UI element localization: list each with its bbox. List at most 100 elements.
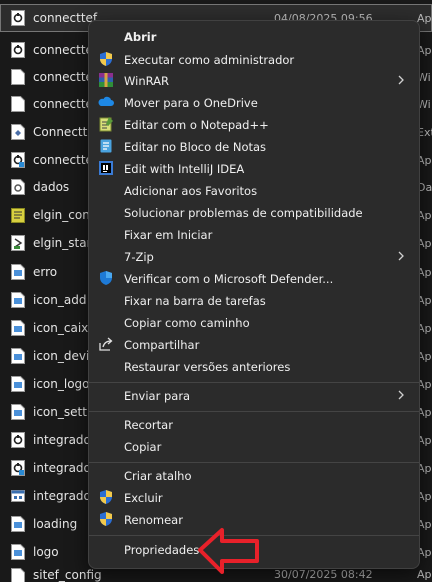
file-name: logo bbox=[33, 545, 59, 559]
menu-item-label: Excluir bbox=[124, 490, 163, 505]
menu-item-intellij[interactable]: Edit with IntelliJ IDEA bbox=[93, 158, 415, 179]
menu-item-send-to[interactable]: Enviar para bbox=[93, 385, 415, 406]
menu-separator bbox=[89, 462, 419, 463]
context-menu: Abrir Executar como administrador WinRAR… bbox=[88, 20, 420, 569]
menu-item-defender[interactable]: Verificar com o Microsoft Defender... bbox=[93, 268, 415, 289]
menu-item-label: Copiar bbox=[124, 439, 162, 454]
intellij-icon bbox=[99, 161, 113, 175]
file-name: erro bbox=[33, 265, 58, 279]
file-name: icon_logo bbox=[33, 377, 90, 391]
menu-item-restore-versions[interactable]: Restaurar versões anteriores bbox=[93, 356, 415, 377]
menu-item-run-as-admin[interactable]: Executar como administrador bbox=[93, 49, 415, 70]
file-name: sitef_config bbox=[33, 568, 102, 582]
menu-item-favorites[interactable]: Adicionar aos Favoritos bbox=[93, 180, 415, 201]
menu-item-label: Edit with IntelliJ IDEA bbox=[124, 161, 245, 176]
file-name: connectte bbox=[33, 97, 93, 111]
menu-item-share[interactable]: Compartilhar bbox=[93, 334, 415, 355]
app-icon bbox=[11, 10, 25, 26]
image-file-icon bbox=[11, 320, 25, 336]
menu-item-label: Verificar com o Microsoft Defender... bbox=[124, 271, 334, 286]
onedrive-icon bbox=[98, 96, 114, 106]
menu-item-label: Abrir bbox=[124, 29, 157, 44]
chevron-right-icon bbox=[398, 75, 404, 85]
notepad-file-icon bbox=[11, 208, 25, 223]
notepad-icon bbox=[100, 139, 112, 153]
menu-item-label: Fixar em Iniciar bbox=[124, 227, 213, 242]
file-name: elgin_start bbox=[33, 236, 97, 250]
menu-item-notepadpp[interactable]: Editar com o Notepad++ bbox=[93, 114, 415, 135]
menu-item-delete[interactable]: Excluir bbox=[93, 487, 415, 508]
red-arrow-annotation-icon bbox=[198, 528, 259, 574]
file-name: loading bbox=[33, 517, 78, 531]
chevron-right-icon bbox=[398, 251, 404, 261]
app-icon bbox=[11, 152, 25, 168]
menu-item-label: Adicionar aos Favoritos bbox=[124, 183, 258, 198]
menu-item-winrar[interactable]: WinRAR bbox=[93, 70, 415, 91]
image-file-icon bbox=[11, 544, 25, 560]
script-file-icon bbox=[11, 235, 25, 251]
menu-item-create-shortcut[interactable]: Criar atalho bbox=[93, 465, 415, 486]
menu-item-label: Copiar como caminho bbox=[124, 315, 250, 330]
menu-item-compatibility[interactable]: Solucionar problemas de compatibilidade bbox=[93, 202, 415, 223]
file-name: integrador bbox=[33, 461, 96, 475]
menu-item-notepad[interactable]: Editar no Bloco de Notas bbox=[93, 136, 415, 157]
defender-icon bbox=[100, 271, 112, 285]
file-type: Ap bbox=[417, 11, 432, 25]
menu-item-7zip[interactable]: 7-Zip bbox=[93, 246, 415, 267]
menu-item-copy[interactable]: Copiar bbox=[93, 436, 415, 457]
menu-separator bbox=[89, 411, 419, 412]
menu-item-label: Restaurar versões anteriores bbox=[124, 359, 291, 374]
image-file-icon bbox=[11, 348, 25, 364]
menu-item-label: 7-Zip bbox=[124, 249, 154, 264]
menu-item-label: Propriedades bbox=[124, 542, 200, 557]
gear-file-icon bbox=[11, 179, 25, 195]
file-icon bbox=[11, 69, 25, 85]
file-date: 30/07/2025 08:42 bbox=[274, 568, 373, 581]
file-type: Ap bbox=[417, 568, 432, 581]
file-name: connecttef bbox=[33, 11, 98, 25]
menu-item-label: Fixar na barra de tarefas bbox=[124, 293, 266, 308]
file-name: connectte bbox=[33, 43, 93, 57]
uac-shield-icon bbox=[100, 490, 112, 504]
file-icon bbox=[11, 568, 25, 582]
share-icon bbox=[99, 337, 113, 351]
file-name: connectte bbox=[33, 70, 93, 84]
menu-item-copy-path[interactable]: Copiar como caminho bbox=[93, 312, 415, 333]
menu-separator bbox=[89, 382, 419, 383]
file-name: dados bbox=[33, 180, 70, 194]
winrar-icon bbox=[99, 73, 113, 87]
file-name: Connectte bbox=[33, 125, 95, 139]
file-name: icon_devic bbox=[33, 349, 96, 363]
app-icon bbox=[11, 42, 25, 58]
image-file-icon bbox=[11, 516, 25, 532]
app-icon bbox=[11, 460, 25, 476]
menu-item-label: Compartilhar bbox=[124, 337, 200, 352]
menu-item-onedrive[interactable]: Mover para o OneDrive bbox=[93, 92, 415, 113]
file-name: integrador bbox=[33, 433, 96, 447]
menu-item-label: Editar no Bloco de Notas bbox=[124, 139, 267, 154]
menu-item-label: Mover para o OneDrive bbox=[124, 95, 258, 110]
menu-item-cut[interactable]: Recortar bbox=[93, 414, 415, 435]
menu-item-label: Renomear bbox=[124, 512, 183, 527]
file-name: icon_caixa bbox=[33, 321, 96, 335]
app-icon bbox=[11, 432, 25, 448]
menu-item-label: Executar como administrador bbox=[124, 52, 295, 67]
config-file-icon bbox=[11, 124, 25, 140]
image-file-icon bbox=[11, 292, 25, 308]
image-file-icon bbox=[11, 376, 25, 392]
menu-item-pin-taskbar[interactable]: Fixar na barra de tarefas bbox=[93, 290, 415, 311]
menu-item-pin-start[interactable]: Fixar em Iniciar bbox=[93, 224, 415, 245]
image-file-icon bbox=[11, 264, 25, 280]
menu-item-label: WinRAR bbox=[124, 73, 169, 88]
image-file-icon bbox=[11, 404, 25, 420]
window-file-icon bbox=[11, 490, 25, 502]
menu-item-label: Enviar para bbox=[124, 388, 191, 403]
menu-item-abrir[interactable]: Abrir bbox=[93, 26, 415, 47]
menu-item-label: Criar atalho bbox=[124, 468, 192, 483]
file-name: connectte bbox=[33, 153, 93, 167]
uac-shield-icon bbox=[100, 52, 112, 66]
file-icon bbox=[11, 96, 25, 112]
uac-shield-icon bbox=[100, 512, 112, 526]
menu-item-label: Editar com o Notepad++ bbox=[124, 117, 269, 132]
chevron-right-icon bbox=[398, 390, 404, 400]
